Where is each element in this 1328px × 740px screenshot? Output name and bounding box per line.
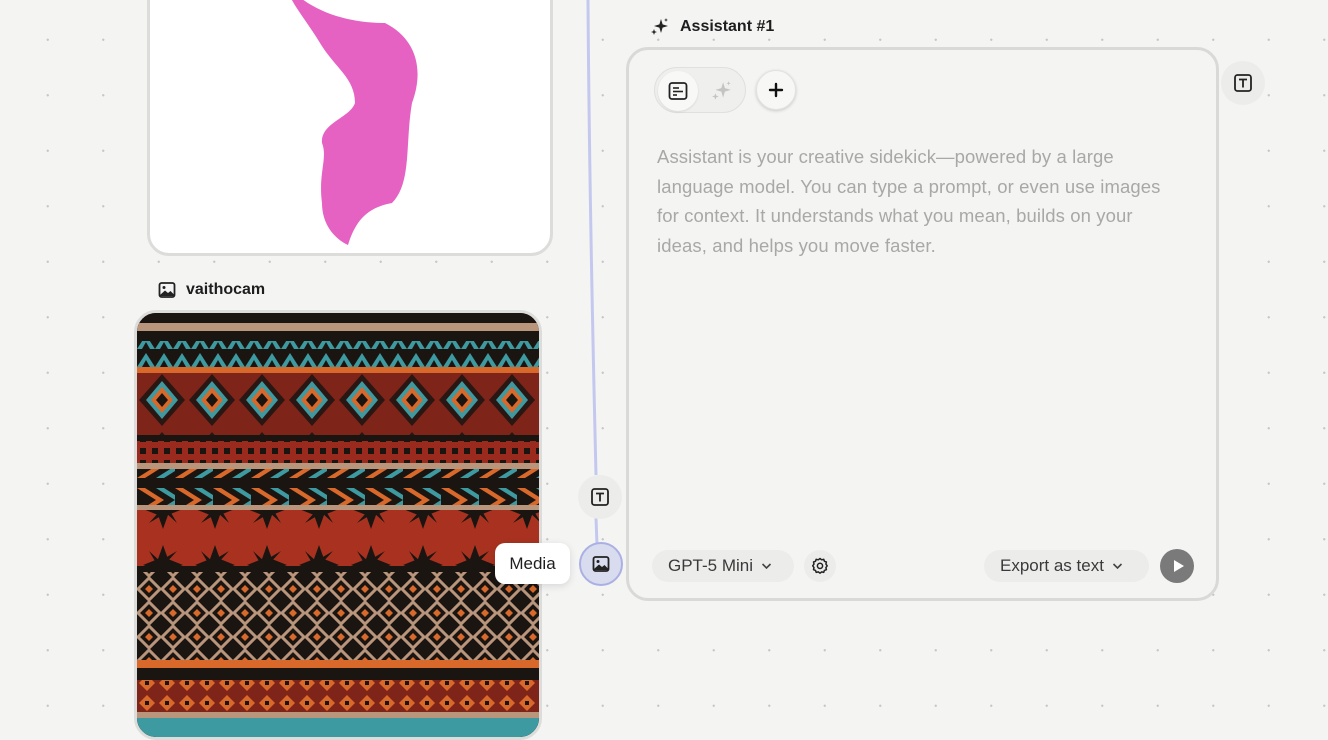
settings-button[interactable] <box>804 550 836 582</box>
tribal-pattern-image <box>137 313 539 737</box>
plus-icon <box>768 82 784 98</box>
assistant-title: Assistant #1 <box>680 18 775 35</box>
media-node-header: vaithocam <box>158 281 265 299</box>
text-t-icon <box>1233 73 1253 93</box>
media-tooltip: Media <box>495 543 570 584</box>
text-lines-icon <box>668 81 688 101</box>
model-label: GPT-5 Mini <box>668 556 754 575</box>
media-input-handle[interactable] <box>579 542 623 586</box>
text-output-handle[interactable] <box>1221 61 1265 105</box>
export-select[interactable]: Export as text <box>984 550 1149 582</box>
assistant-mode-button[interactable] <box>702 71 742 111</box>
gear-icon <box>811 557 829 575</box>
image-node-pink-stroke[interactable] <box>147 0 553 256</box>
export-label: Export as text <box>1000 556 1104 575</box>
text-t-icon <box>590 487 610 507</box>
sparkles-icon <box>650 17 670 37</box>
play-icon <box>1173 559 1185 573</box>
prompt-placeholder[interactable]: Assistant is your creative sidekick—powe… <box>657 142 1187 260</box>
text-input-handle[interactable] <box>578 475 622 519</box>
image-node-tribal-pattern[interactable] <box>134 310 542 740</box>
sparkles-icon <box>711 80 733 102</box>
run-button[interactable] <box>1160 549 1194 583</box>
image-icon <box>158 281 176 299</box>
image-icon <box>592 555 610 573</box>
text-mode-button[interactable] <box>658 71 698 111</box>
pink-brush-stroke-image <box>291 0 418 245</box>
mode-toggle-group <box>654 67 746 113</box>
add-button[interactable] <box>756 70 796 110</box>
assistant-header: Assistant #1 <box>650 17 774 37</box>
assistant-node[interactable]: Assistant is your creative sidekick—powe… <box>626 47 1219 601</box>
chevron-down-icon <box>1112 562 1123 570</box>
model-select[interactable]: GPT-5 Mini <box>652 550 794 582</box>
chevron-down-icon <box>761 562 772 570</box>
media-node-title: vaithocam <box>186 281 266 298</box>
